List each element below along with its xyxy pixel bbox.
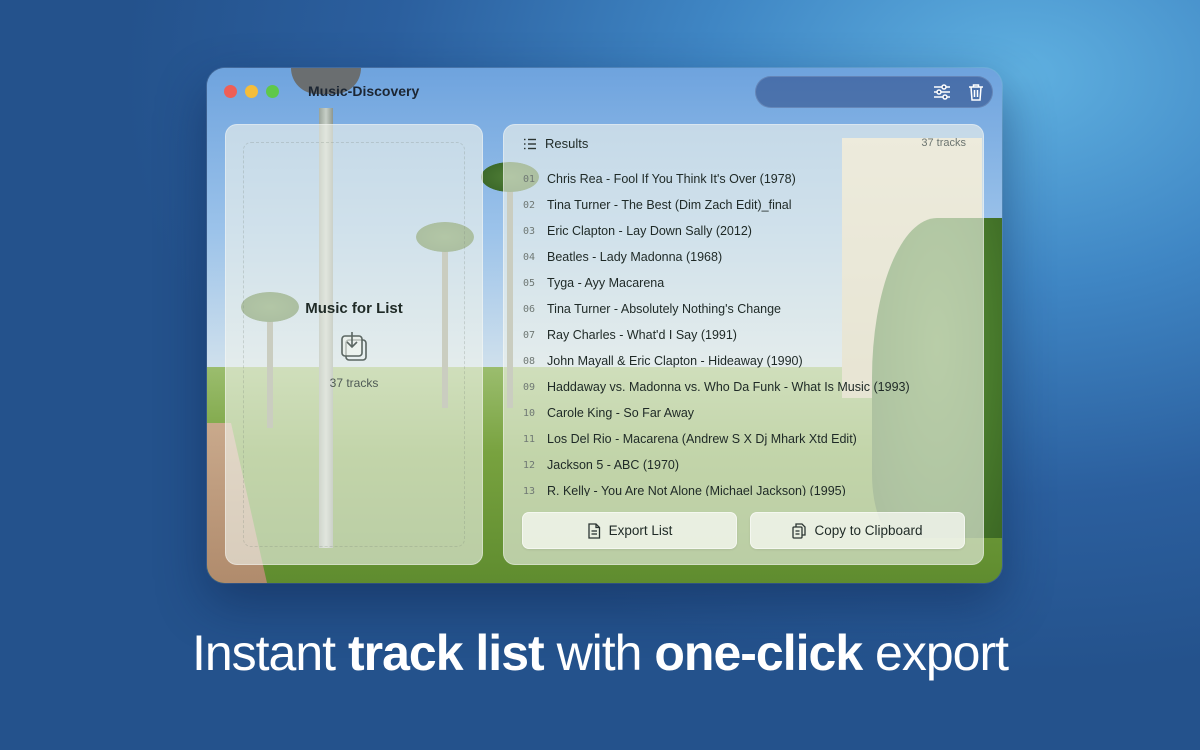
export-list-label: Export List <box>608 523 673 538</box>
sliders-icon[interactable] <box>931 82 953 102</box>
list-item[interactable]: 05 Tyga - Ayy Macarena <box>523 270 664 296</box>
list-item[interactable]: 07 Ray Charles - What'd I Say (1991) <box>523 322 737 348</box>
list-item[interactable]: 13 R. Kelly - You Are Not Alone (Michael… <box>523 478 846 496</box>
tray-arrow-down-icon <box>338 330 370 364</box>
track-number: 13 <box>523 485 536 497</box>
track-name: Jackson 5 - ABC (1970) <box>547 458 680 472</box>
window-title: Music-Discovery <box>308 83 420 99</box>
track-name: R. Kelly - You Are Not Alone (Michael Ja… <box>547 484 846 496</box>
copy-icon <box>792 522 807 539</box>
list-item[interactable]: 08 John Mayall & Eric Clapton - Hideaway… <box>523 348 803 374</box>
track-name: Los Del Rio - Macarena (Andrew S X Dj Mh… <box>547 432 857 446</box>
track-name: Haddaway vs. Madonna vs. Who Da Funk - W… <box>547 380 910 394</box>
track-number: 06 <box>523 303 536 315</box>
headline-emphasis: one-click <box>654 625 863 681</box>
list-item[interactable]: 04 Beatles - Lady Madonna (1968) <box>523 244 722 270</box>
list-item[interactable]: 09 Haddaway vs. Madonna vs. Who Da Funk … <box>523 374 910 400</box>
headline-part: Instant <box>191 625 336 681</box>
drop-zone[interactable]: Music for List 37 tracks <box>225 124 483 565</box>
track-name: Tina Turner - The Best (Dim Zach Edit)_f… <box>547 198 792 212</box>
track-number: 03 <box>523 225 536 237</box>
copy-to-clipboard-button[interactable]: Copy to Clipboard <box>750 512 965 549</box>
track-name: Ray Charles - What'd I Say (1991) <box>547 328 737 342</box>
list-item[interactable]: 02 Tina Turner - The Best (Dim Zach Edit… <box>523 192 792 218</box>
marketing-headline: Instant track list with one-click export <box>0 628 1200 678</box>
track-number: 07 <box>523 329 536 341</box>
zoom-button[interactable] <box>266 85 279 98</box>
document-icon <box>587 522 600 539</box>
track-name: John Mayall & Eric Clapton - Hideaway (1… <box>547 354 803 368</box>
track-number: 04 <box>523 251 536 263</box>
track-name: Chris Rea - Fool If You Think It's Over … <box>547 172 796 186</box>
drop-zone-title: Music for List <box>305 300 403 317</box>
app-window: Music-Discovery Music for List 37 tracks… <box>207 68 1002 583</box>
track-name: Tina Turner - Absolutely Nothing's Chang… <box>547 302 781 316</box>
results-title: Results <box>545 136 589 151</box>
list-item[interactable]: 01 Chris Rea - Fool If You Think It's Ov… <box>523 166 796 192</box>
track-number: 12 <box>523 459 536 471</box>
list-item[interactable]: 03 Eric Clapton - Lay Down Sally (2012) <box>523 218 752 244</box>
track-list[interactable]: 01 Chris Rea - Fool If You Think It's Ov… <box>503 166 984 496</box>
track-name: Carole King - So Far Away <box>547 406 695 420</box>
track-name: Tyga - Ayy Macarena <box>547 276 665 290</box>
toolbar <box>755 76 993 108</box>
results-panel: Results 37 tracks 01 Chris Rea - Fool If… <box>503 124 984 565</box>
track-number: 05 <box>523 277 536 289</box>
track-number: 08 <box>523 355 536 367</box>
drop-zone-count: 37 tracks <box>329 376 379 390</box>
list-item[interactable]: 06 Tina Turner - Absolutely Nothing's Ch… <box>523 296 781 322</box>
headline-emphasis: track list <box>347 625 545 681</box>
track-name: Eric Clapton - Lay Down Sally (2012) <box>547 224 752 238</box>
list-item[interactable]: 10 Carole King - So Far Away <box>523 400 694 426</box>
close-button[interactable] <box>224 85 237 98</box>
track-number: 01 <box>523 173 536 185</box>
headline-part: export <box>875 625 1009 681</box>
track-name: Beatles - Lady Madonna (1968) <box>547 250 723 264</box>
minimize-button[interactable] <box>245 85 258 98</box>
headline-part: with <box>556 625 643 681</box>
list-item[interactable]: 12 Jackson 5 - ABC (1970) <box>523 452 679 478</box>
list-item[interactable]: 11 Los Del Rio - Macarena (Andrew S X Dj… <box>523 426 857 452</box>
results-count: 37 tracks <box>921 137 966 149</box>
trash-icon[interactable] <box>965 82 987 102</box>
list-icon <box>523 137 537 151</box>
track-number: 10 <box>523 407 536 419</box>
track-number: 11 <box>523 433 536 445</box>
export-list-button[interactable]: Export List <box>522 512 737 549</box>
track-number: 02 <box>523 199 536 211</box>
track-number: 09 <box>523 381 536 393</box>
copy-to-clipboard-label: Copy to Clipboard <box>814 523 923 538</box>
